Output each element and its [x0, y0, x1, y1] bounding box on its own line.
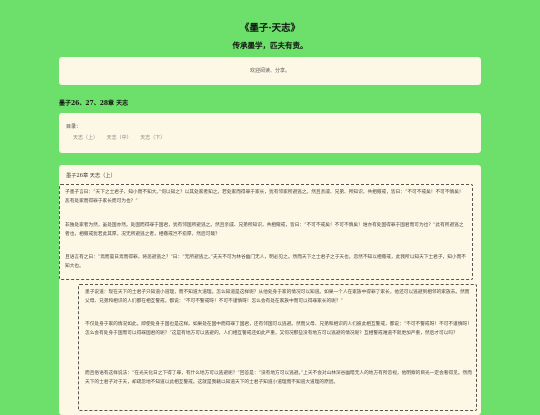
original-text-box: 子墨子言曰：“天下之士君子，知小而不知大。”何以知之？以其处家者知之。若处家而得…	[59, 184, 473, 280]
welcome-text: 欢迎阅读、分享。	[249, 68, 290, 74]
original-paragraph: 子墨子言曰：“天下之士君子，知小而不知大。”何以知之？以其处家者知之。若处家而得…	[65, 190, 464, 204]
page-subtitle: 传承墨学，匹夫有责。	[232, 41, 308, 50]
toc-label: 目录：	[66, 124, 82, 130]
translation-paragraph: 而且俗语有这样说法：“在光天化日之下得了罪，有什么地方可以逃避呢？”回答是：“没…	[85, 371, 472, 385]
toc-links: 天志（上） 天志（中） 天志（下）	[73, 134, 172, 141]
page-title: 《墨子·天志》	[239, 23, 301, 34]
toc-link-middle[interactable]: 天志（中）	[107, 135, 132, 141]
toc-link-lower[interactable]: 天志（下）	[140, 135, 165, 141]
translation-box: 墨子说道：现在天下的士君子只知道小道理，而不知道大道理。怎么知道是这样呢？从他处…	[78, 284, 477, 411]
translation-paragraph: 墨子说道：现在天下的士君子只知道小道理，而不知道大道理。怎么知道是这样呢？从他处…	[85, 290, 470, 304]
welcome-banner: 欢迎阅读、分享。	[59, 57, 481, 85]
original-paragraph: 非独处家者为然，虽处国亦然。处国而得罪于国君，犹有邻国所避逃之。然且亲戚、兄弟所…	[65, 223, 464, 237]
section-title: 墨子26、27、28章 天志	[59, 100, 129, 107]
translation-paragraph: 不仅处身于家的情况如此，即使处身于国也是这样。如果处在国中而得罪了国君，还有邻国…	[85, 322, 472, 336]
original-paragraph: 且语言有之曰：“焉而晏日焉而得罪，将恶避逃之？”曰：“无所避逃之。”夫天不可为林…	[65, 255, 466, 269]
toc-link-upper[interactable]: 天志（上）	[73, 135, 98, 141]
table-of-contents: 目录： 天志（上） 天志（中） 天志（下）	[59, 113, 481, 153]
chapter-heading: 墨子26章 天志（上）	[66, 173, 116, 179]
